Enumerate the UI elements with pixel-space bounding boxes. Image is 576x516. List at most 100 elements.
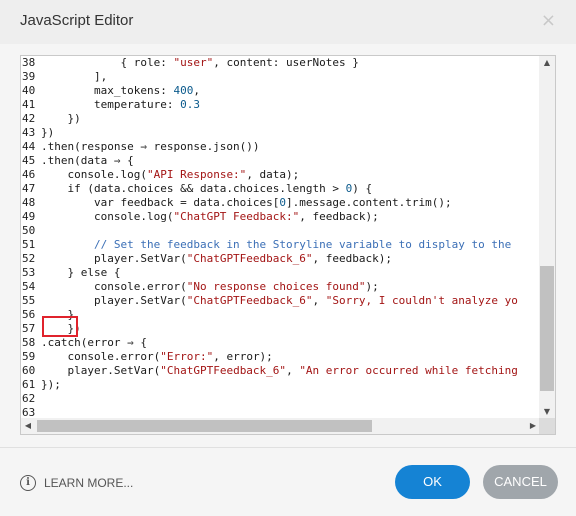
code-line[interactable]: 54 console.error("No response choices fo… (21, 280, 379, 294)
line-number: 62 (22, 392, 36, 405)
learn-more-label[interactable]: LEARN MORE... (44, 476, 133, 490)
down-arrow-icon[interactable]: ▼ (539, 405, 555, 419)
code-line[interactable]: 51 // Set the feedback in the Storyline … (21, 238, 511, 252)
code-token: } (41, 308, 75, 321)
code-line[interactable]: 57 }) (21, 322, 81, 336)
code-line[interactable]: 42 }) (21, 112, 81, 126)
line-number: 42 (22, 112, 36, 125)
horizontal-scroll-thumb[interactable] (37, 420, 372, 432)
code-line[interactable]: 52 player.SetVar("ChatGPTFeedback_6", fe… (21, 252, 392, 266)
code-token: ) { (352, 182, 373, 195)
line-number: 40 (22, 84, 36, 97)
code-line[interactable]: 44 .then(response ⇒ response.json()) (21, 140, 260, 154)
vertical-scrollbar[interactable]: ▲ ▼ (539, 56, 555, 419)
code-token: }) (41, 112, 81, 125)
code-line[interactable]: 41 temperature: 0.3 (21, 98, 200, 112)
code-token: , feedback); (312, 252, 393, 265)
code-line[interactable]: 49 console.log("ChatGPT Feedback:", feed… (21, 210, 379, 224)
code-line[interactable]: 55 player.SetVar("ChatGPTFeedback_6", "S… (21, 294, 518, 308)
code-text: console.log("ChatGPT Feedback:", feedbac… (41, 210, 379, 223)
right-arrow-icon[interactable]: ▶ (526, 418, 540, 434)
code-line[interactable]: 61}); (21, 378, 61, 392)
code-token: if (data.choices && data.choices.length … (41, 182, 346, 195)
line-number: 47 (22, 182, 36, 195)
code-text: .then(data ⇒ { (41, 154, 134, 167)
code-text: temperature: 0.3 (41, 98, 200, 111)
code-token: console.error( (41, 350, 161, 363)
code-token: { role: (41, 56, 174, 69)
up-arrow-icon[interactable]: ▲ (539, 56, 555, 70)
close-icon[interactable]: × (541, 10, 556, 31)
ok-button[interactable]: OK (395, 465, 470, 499)
horizontal-scrollbar[interactable]: ◀ ▶ (21, 418, 540, 434)
code-token: console.log( (41, 168, 147, 181)
code-token: ], (41, 70, 108, 83)
code-line[interactable]: 56 } (21, 308, 74, 322)
code-line[interactable]: 47 if (data.choices && data.choices.leng… (21, 182, 372, 196)
code-text: .then(response ⇒ response.json()) (41, 140, 260, 153)
code-token: .catch(error ⇒ { (41, 336, 147, 349)
code-editor[interactable]: 38 { role: "user", content: userNotes } 3… (20, 55, 556, 435)
code-text: console.error("Error:", error); (41, 350, 273, 363)
code-line[interactable]: 48 var feedback = data.choices[0].messag… (21, 196, 452, 210)
code-line[interactable]: 39 ], (21, 70, 107, 84)
line-number: 49 (22, 210, 36, 223)
code-text: var feedback = data.choices[0].message.c… (41, 196, 452, 209)
code-text: max_tokens: 400, (41, 84, 200, 97)
code-token: 0.3 (180, 98, 200, 111)
code-line[interactable]: 60 player.SetVar("ChatGPTFeedback_6", "A… (21, 364, 518, 378)
code-text: ], (41, 70, 107, 83)
code-line[interactable]: 38 { role: "user", content: userNotes } (21, 56, 359, 70)
learn-more-link[interactable]: i LEARN MORE... (20, 472, 133, 494)
code-line[interactable]: 43}) (21, 126, 54, 140)
code-token: "ChatGPT Feedback:" (173, 210, 300, 223)
line-number: 55 (22, 294, 36, 307)
code-token: player.SetVar( (41, 364, 161, 377)
code-text: }) (41, 112, 81, 125)
code-token: , error); (213, 350, 273, 363)
line-number: 50 (22, 224, 36, 237)
code-line[interactable]: 40 max_tokens: 400, (21, 84, 200, 98)
left-arrow-icon[interactable]: ◀ (21, 418, 35, 434)
code-token: console.log( (41, 210, 174, 223)
code-token: max_tokens: (41, 84, 174, 97)
code-text: { role: "user", content: userNotes } (41, 56, 358, 69)
line-number: 45 (22, 154, 36, 167)
code-line[interactable]: 45 .then(data ⇒ { (21, 154, 134, 168)
code-text: if (data.choices && data.choices.length … (41, 182, 372, 195)
code-line[interactable]: 58 .catch(error ⇒ { (21, 336, 147, 350)
code-line[interactable]: 53 } else { (21, 266, 120, 280)
code-token: .then(data ⇒ { (41, 154, 134, 167)
code-line[interactable]: 62 (21, 392, 41, 406)
code-token: var feedback = data.choices[ (41, 196, 280, 209)
line-number: 54 (22, 280, 36, 293)
code-token: } else { (41, 266, 121, 279)
window-title: JavaScript Editor (20, 12, 134, 29)
code-line[interactable]: 46 console.log("API Response:", data); (21, 168, 299, 182)
line-number: 57 (22, 322, 36, 335)
code-token: , (286, 364, 300, 377)
code-text: .catch(error ⇒ { (41, 336, 147, 349)
code-text: console.error("No response choices found… (41, 280, 379, 293)
line-number: 60 (22, 364, 36, 377)
code-token: "API Response:" (146, 168, 247, 181)
code-line[interactable]: 50 (21, 224, 41, 238)
code-text: player.SetVar("ChatGPTFeedback_6", "An e… (41, 364, 518, 377)
code-line[interactable]: 59 console.error("Error:", error); (21, 350, 273, 364)
vertical-scroll-thumb[interactable] (540, 266, 554, 391)
code-token: .then(response ⇒ response.json()) (41, 140, 260, 153)
code-area[interactable]: 38 { role: "user", content: userNotes } 3… (21, 56, 540, 419)
code-token: // Set the feedback in the Storyline var… (93, 238, 512, 251)
footer-divider (0, 447, 576, 448)
scrollbar-corner (539, 418, 555, 434)
cancel-button[interactable]: CANCEL (483, 465, 558, 499)
code-text: }) (41, 126, 54, 139)
code-token: }); (41, 378, 61, 391)
code-token: }) (41, 322, 81, 335)
code-text: player.SetVar("ChatGPTFeedback_6", feedb… (41, 252, 392, 265)
line-number: 38 (22, 56, 36, 69)
code-token: temperature: (41, 98, 181, 111)
code-text: } else { (41, 266, 120, 279)
code-token: "An error occurred while fetching (299, 364, 518, 377)
